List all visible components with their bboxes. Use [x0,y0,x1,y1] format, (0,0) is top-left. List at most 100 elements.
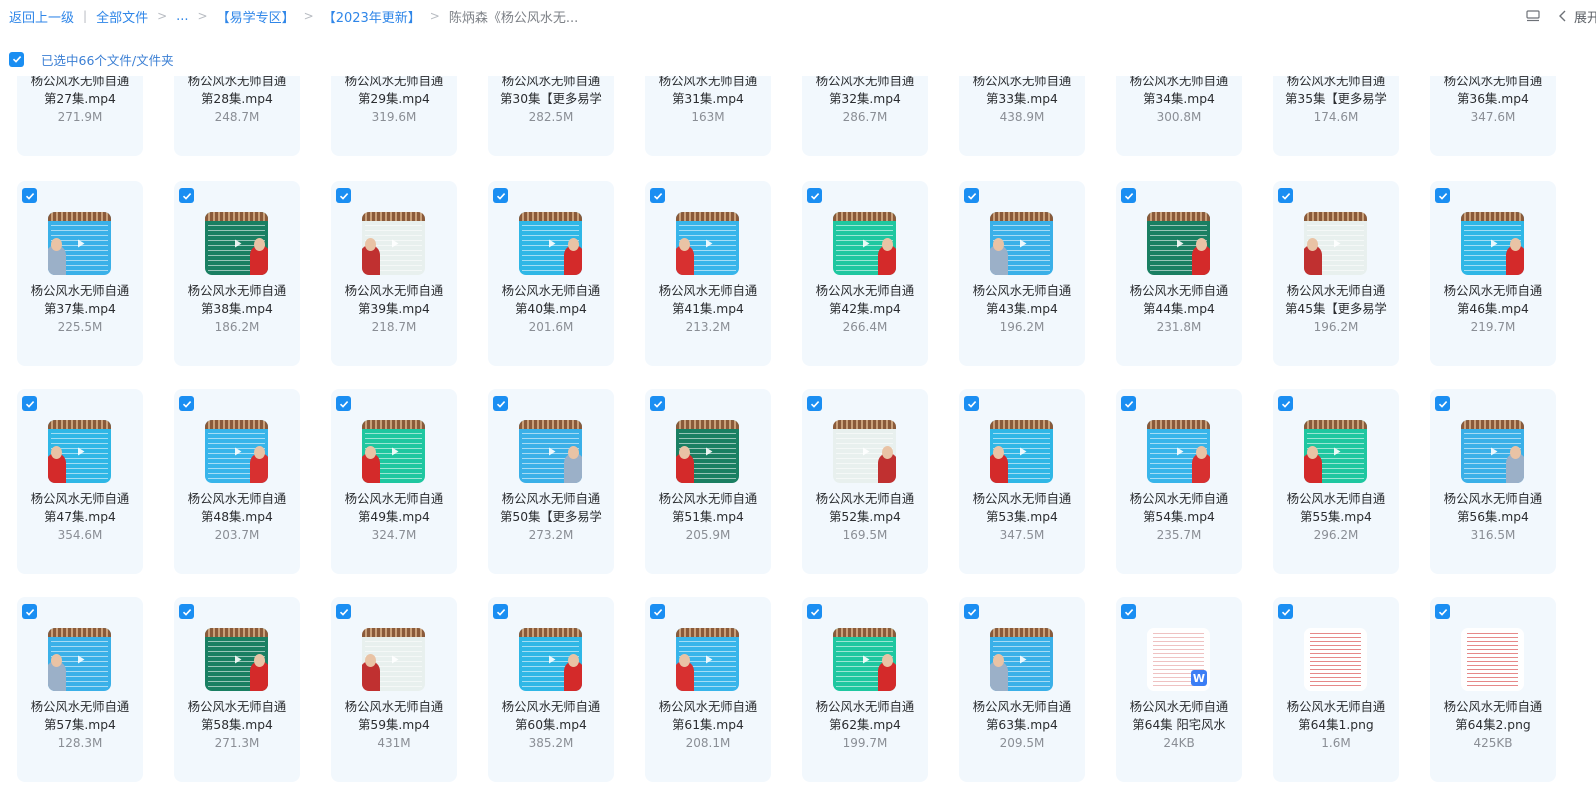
file-tile[interactable]: 杨公风水无师自通 第63集.mp4 209.5M [959,597,1085,782]
file-tile[interactable]: 杨公风水无师自通 第44集.mp4 231.8M [1116,181,1242,366]
file-tile[interactable]: 杨公风水无师自通 第27集.mp4 271.9M [17,76,143,156]
video-thumbnail[interactable] [362,212,425,275]
file-checkbox[interactable] [1121,188,1136,203]
file-checkbox[interactable] [1435,188,1450,203]
video-thumbnail[interactable] [362,628,425,691]
file-checkbox[interactable] [807,188,822,203]
file-checkbox[interactable] [179,188,194,203]
document-thumbnail[interactable]: W [1147,628,1210,691]
breadcrumb-folder-2023[interactable]: 【2023年更新】 [323,7,421,26]
image-thumbnail[interactable] [1461,628,1524,691]
file-tile[interactable]: 杨公风水无师自通 第61集.mp4 208.1M [645,597,771,782]
video-thumbnail[interactable] [519,420,582,483]
file-checkbox[interactable] [1278,396,1293,411]
chevron-left-icon[interactable] [1558,10,1567,22]
file-tile[interactable]: 杨公风水无师自通 第64集2.png 425KB [1430,597,1556,782]
video-thumbnail[interactable] [362,420,425,483]
file-checkbox[interactable] [493,188,508,203]
video-thumbnail[interactable] [1304,420,1367,483]
file-checkbox[interactable] [1121,396,1136,411]
file-tile[interactable]: 杨公风水无师自通 第45集【更多易学 196.2M [1273,181,1399,366]
file-checkbox[interactable] [493,396,508,411]
video-thumbnail[interactable] [990,212,1053,275]
video-thumbnail[interactable] [833,628,896,691]
file-tile[interactable]: 杨公风水无师自通 第39集.mp4 218.7M [331,181,457,366]
file-tile[interactable]: 杨公风水无师自通 第59集.mp4 431M [331,597,457,782]
file-checkbox[interactable] [650,604,665,619]
file-tile[interactable]: 杨公风水无师自通 第34集.mp4 300.8M [1116,76,1242,156]
file-checkbox[interactable] [336,396,351,411]
video-thumbnail[interactable] [205,628,268,691]
breadcrumb-all-files[interactable]: 全部文件 [96,7,148,26]
file-checkbox[interactable] [964,604,979,619]
file-checkbox[interactable] [22,396,37,411]
video-thumbnail[interactable] [1147,420,1210,483]
file-tile[interactable]: 杨公风水无师自通 第47集.mp4 354.6M [17,389,143,574]
file-checkbox[interactable] [179,396,194,411]
video-thumbnail[interactable] [48,420,111,483]
file-tile[interactable]: 杨公风水无师自通 第51集.mp4 205.9M [645,389,771,574]
video-thumbnail[interactable] [676,212,739,275]
file-checkbox[interactable] [807,604,822,619]
video-thumbnail[interactable] [519,212,582,275]
file-tile[interactable]: 杨公风水无师自通 第38集.mp4 186.2M [174,181,300,366]
video-thumbnail[interactable] [833,212,896,275]
breadcrumb-folder-yixue[interactable]: 【易学专区】 [217,7,295,26]
file-tile[interactable]: 杨公风水无师自通 第48集.mp4 203.7M [174,389,300,574]
file-tile[interactable]: 杨公风水无师自通 第32集.mp4 286.7M [802,76,928,156]
file-checkbox[interactable] [807,396,822,411]
breadcrumb-ellipsis[interactable]: ... [176,9,188,24]
video-thumbnail[interactable] [833,420,896,483]
file-checkbox[interactable] [179,604,194,619]
file-tile[interactable]: 杨公风水无师自通 第56集.mp4 316.5M [1430,389,1556,574]
file-tile[interactable]: 杨公风水无师自通 第35集【更多易学 174.6M [1273,76,1399,156]
back-link[interactable]: 返回上一级 [9,7,74,26]
file-checkbox[interactable] [1278,604,1293,619]
file-tile[interactable]: 杨公风水无师自通 第29集.mp4 319.6M [331,76,457,156]
video-thumbnail[interactable] [1461,420,1524,483]
file-tile[interactable]: 杨公风水无师自通 第49集.mp4 324.7M [331,389,457,574]
expand-button[interactable]: 展开 [1574,7,1596,26]
file-tile[interactable]: W 杨公风水无师自通 第64集 阳宅风水 24KB [1116,597,1242,782]
file-checkbox[interactable] [22,604,37,619]
file-checkbox[interactable] [650,188,665,203]
video-thumbnail[interactable] [519,628,582,691]
file-tile[interactable]: 杨公风水无师自通 第43集.mp4 196.2M [959,181,1085,366]
file-tile[interactable]: 杨公风水无师自通 第62集.mp4 199.7M [802,597,928,782]
file-tile[interactable]: 杨公风水无师自通 第40集.mp4 201.6M [488,181,614,366]
file-checkbox[interactable] [1278,188,1293,203]
video-thumbnail[interactable] [1461,212,1524,275]
file-checkbox[interactable] [650,396,665,411]
file-checkbox[interactable] [964,396,979,411]
video-thumbnail[interactable] [990,628,1053,691]
select-all-checkbox[interactable] [9,51,24,67]
file-checkbox[interactable] [1435,604,1450,619]
video-thumbnail[interactable] [990,420,1053,483]
file-tile[interactable]: 杨公风水无师自通 第41集.mp4 213.2M [645,181,771,366]
video-thumbnail[interactable] [48,628,111,691]
list-view-icon[interactable] [1526,10,1540,22]
file-checkbox[interactable] [1435,396,1450,411]
video-thumbnail[interactable] [1304,212,1367,275]
file-checkbox[interactable] [336,188,351,203]
image-thumbnail[interactable] [1304,628,1367,691]
video-thumbnail[interactable] [676,628,739,691]
file-tile[interactable]: 杨公风水无师自通 第64集1.png 1.6M [1273,597,1399,782]
file-tile[interactable]: 杨公风水无师自通 第57集.mp4 128.3M [17,597,143,782]
file-checkbox[interactable] [964,188,979,203]
file-tile[interactable]: 杨公风水无师自通 第30集【更多易学 282.5M [488,76,614,156]
file-tile[interactable]: 杨公风水无师自通 第54集.mp4 235.7M [1116,389,1242,574]
file-tile[interactable]: 杨公风水无师自通 第50集【更多易学 273.2M [488,389,614,574]
file-checkbox[interactable] [336,604,351,619]
video-thumbnail[interactable] [676,420,739,483]
file-checkbox[interactable] [493,604,508,619]
file-tile[interactable]: 杨公风水无师自通 第53集.mp4 347.5M [959,389,1085,574]
file-tile[interactable]: 杨公风水无师自通 第33集.mp4 438.9M [959,76,1085,156]
file-tile[interactable]: 杨公风水无师自通 第46集.mp4 219.7M [1430,181,1556,366]
file-tile[interactable]: 杨公风水无师自通 第42集.mp4 266.4M [802,181,928,366]
file-checkbox[interactable] [1121,604,1136,619]
file-checkbox[interactable] [22,188,37,203]
video-thumbnail[interactable] [1147,212,1210,275]
file-tile[interactable]: 杨公风水无师自通 第55集.mp4 296.2M [1273,389,1399,574]
video-thumbnail[interactable] [205,212,268,275]
